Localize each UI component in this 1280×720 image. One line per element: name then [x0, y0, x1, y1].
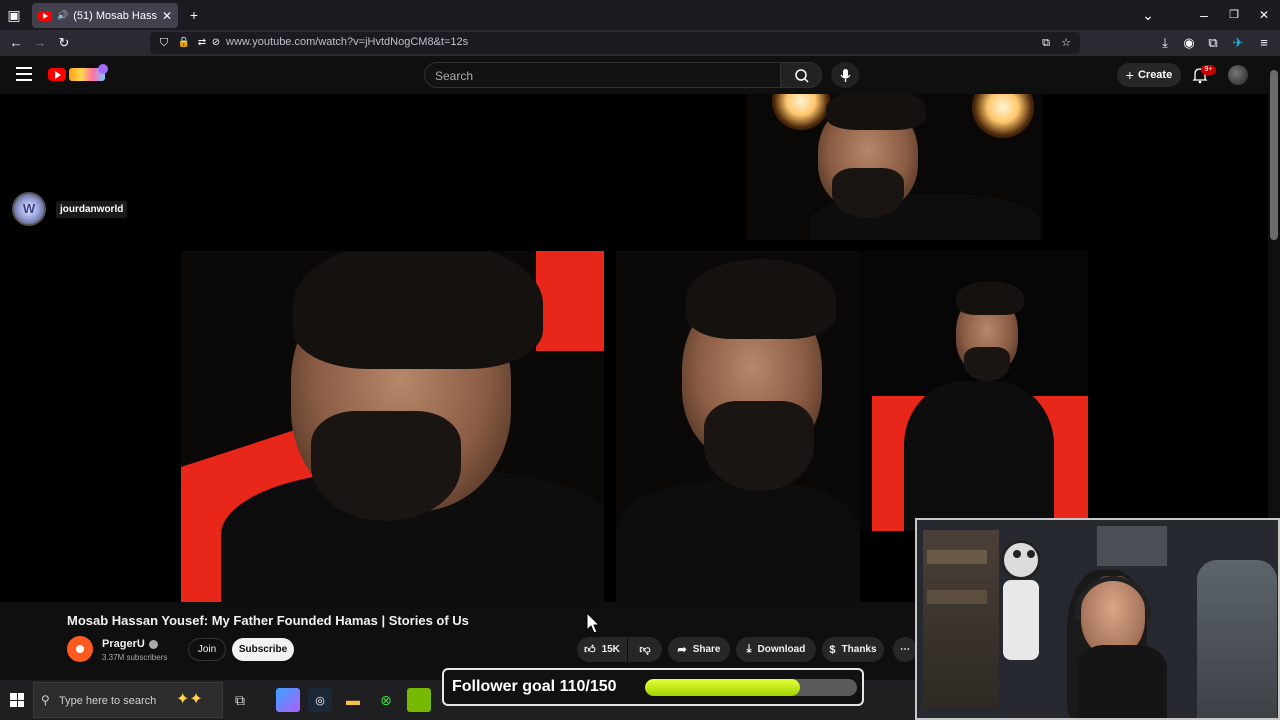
super-thanks-icon: $	[829, 643, 836, 656]
account-icon[interactable]: ◉	[1181, 35, 1197, 51]
video-title: Mosab Hassan Yousef: My Father Founded H…	[67, 613, 469, 628]
speaker-icon[interactable]: 🔊	[57, 10, 68, 21]
bookmark-star-icon[interactable]: ☆	[1058, 35, 1074, 51]
channel-watermark-label: jourdanworld	[56, 200, 128, 218]
tab-list-icon[interactable]: ▣	[6, 7, 22, 23]
browser-tab-bar: ▣ 🔊 (51) Mosab Hassan Yousef: ✕ + ⌄ – ❐ …	[0, 0, 1280, 30]
tab-close-icon[interactable]: ✕	[162, 9, 172, 23]
share-button[interactable]: ➦ Share	[668, 637, 730, 662]
channel-avatar[interactable]	[67, 636, 93, 662]
file-explorer-icon[interactable]: ▬	[341, 688, 365, 712]
restore-icon[interactable]: ❐	[1226, 7, 1242, 23]
subscriber-count: 3.37M subscribers	[102, 653, 168, 662]
reload-icon[interactable]: ↻	[56, 35, 72, 51]
follower-goal-progress-bar	[645, 679, 857, 696]
follower-goal-widget: Follower goal 110/150	[442, 668, 864, 706]
browser-nav-bar: ← → ↻ ⛉ 🔒 ⇄ ⊘ www.youtube.com/watch?v=jH…	[0, 30, 1280, 56]
plus-icon: +	[1125, 67, 1134, 83]
taskbar-search-placeholder: Type here to search	[59, 695, 157, 707]
like-count: 15K	[601, 644, 620, 655]
create-button[interactable]: + Create	[1117, 63, 1181, 87]
back-icon[interactable]: ←	[8, 35, 24, 51]
voice-search-button[interactable]	[831, 62, 859, 88]
lock-icon[interactable]: 🔒	[176, 35, 192, 51]
guide-menu-icon[interactable]	[16, 67, 32, 81]
menu-icon[interactable]: ≡	[1256, 35, 1272, 51]
tab-overflow-chevron-icon[interactable]: ⌄	[1140, 7, 1156, 23]
video-scene-right	[860, 251, 1088, 531]
robot-figure	[1001, 540, 1041, 580]
extension-logo-icon[interactable]: ✈	[1230, 35, 1246, 51]
thumbs-down-icon: 👎︎	[639, 644, 651, 656]
windows-start-icon[interactable]	[10, 693, 24, 707]
extensions-icon[interactable]: ⧉	[1205, 35, 1221, 51]
youtube-play-icon	[48, 68, 66, 81]
translate-icon[interactable]: ⧉	[1038, 35, 1054, 51]
downloads-icon[interactable]: ⤓	[1157, 35, 1173, 51]
join-button[interactable]: Join	[188, 638, 226, 661]
new-tab-button[interactable]: +	[186, 7, 202, 23]
verified-badge-icon	[148, 639, 158, 649]
forward-icon[interactable]: →	[32, 35, 48, 51]
youtube-logo[interactable]	[48, 64, 110, 82]
tab-title: (51) Mosab Hassan Yousef:	[73, 9, 157, 22]
nvidia-icon[interactable]	[407, 688, 431, 712]
more-actions-button[interactable]: ⋯	[893, 637, 917, 662]
share-label: Share	[692, 644, 721, 655]
download-button[interactable]: ⤓ Download	[736, 637, 816, 662]
search-button[interactable]	[780, 62, 822, 88]
copilot-icon[interactable]	[276, 688, 300, 712]
subscribe-button[interactable]: Subscribe	[232, 638, 294, 661]
camera-blocked-icon[interactable]: ⊘	[208, 35, 224, 51]
thumbs-up-icon: 👍︎	[584, 644, 596, 656]
notification-badge: 9+	[1201, 65, 1216, 75]
scrollbar-thumb[interactable]	[1270, 70, 1278, 240]
mouse-cursor-icon	[586, 612, 600, 634]
taskbar-search-icon: ⚲	[41, 693, 50, 707]
user-avatar[interactable]	[1228, 65, 1248, 85]
minimize-icon[interactable]: –	[1196, 7, 1212, 23]
channel-name[interactable]: PragerU	[102, 638, 158, 650]
xbox-icon[interactable]: ⊗	[374, 688, 398, 712]
url-text[interactable]: www.youtube.com/watch?v=jHvtdNogCM8&t=12…	[226, 36, 468, 48]
search-highlight-icon: ✦✦	[176, 691, 203, 708]
dislike-button[interactable]: 👎︎	[628, 637, 662, 662]
video-scene-left	[181, 251, 604, 602]
youtube-favicon-icon	[38, 10, 52, 21]
steam-icon[interactable]: ◎	[308, 688, 332, 712]
task-view-icon[interactable]: ⧉	[228, 688, 252, 712]
follower-goal-progress-fill	[645, 679, 801, 696]
address-bar[interactable]: ⛉ 🔒 ⇄ ⊘ www.youtube.com/watch?v=jHvtdNog…	[150, 32, 1080, 54]
channel-watermark[interactable]: W jourdanworld	[12, 192, 128, 226]
taskbar-search-input[interactable]: ⚲ Type here to search ✦✦	[33, 682, 223, 718]
video-scene-center	[616, 251, 860, 602]
like-button[interactable]: 👍︎ 15K	[577, 637, 627, 662]
microphone-icon	[840, 69, 851, 82]
thanks-label: Thanks	[841, 644, 877, 655]
streamer-webcam-overlay	[915, 518, 1280, 720]
window-close-icon[interactable]: ✕	[1256, 7, 1272, 23]
shield-icon[interactable]: ⛉	[156, 35, 172, 51]
browser-tab-active[interactable]: 🔊 (51) Mosab Hassan Yousef: ✕	[32, 3, 178, 28]
thanks-button[interactable]: $ Thanks	[822, 637, 884, 662]
follower-goal-label: Follower goal 110/150	[452, 678, 617, 695]
channel-watermark-avatar: W	[12, 192, 46, 226]
download-icon: ⤓	[746, 643, 752, 655]
video-scene-top	[746, 94, 1042, 240]
search-icon	[795, 69, 809, 83]
create-label: Create	[1137, 69, 1173, 81]
download-label: Download	[757, 644, 806, 655]
youtube-masthead: Search + Create 9+	[0, 56, 1268, 94]
search-input[interactable]: Search	[424, 62, 781, 88]
share-icon: ➦	[677, 644, 687, 656]
